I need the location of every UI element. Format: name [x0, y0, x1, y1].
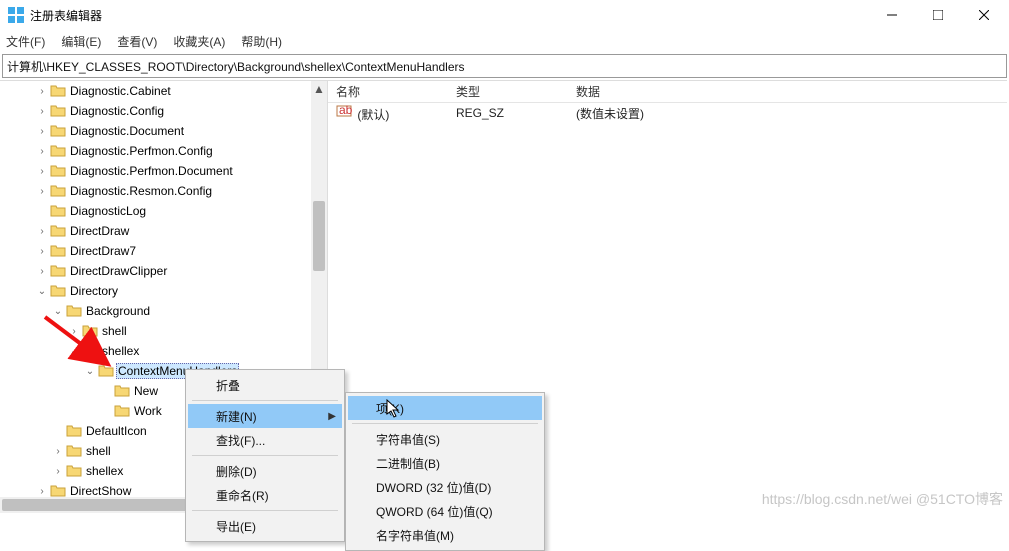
minimize-button[interactable]: [869, 0, 915, 30]
menu-favorites[interactable]: 收藏夹(A): [173, 33, 225, 50]
window-title: 注册表编辑器: [30, 7, 102, 24]
watermark: https://blog.csdn.net/wei @51CTO博客: [762, 489, 1003, 509]
annotation-arrow-icon: [40, 312, 120, 372]
app-icon: [8, 7, 24, 23]
submenu-arrow-icon: ▶: [328, 411, 336, 422]
menu-view[interactable]: 查看(V): [117, 33, 157, 50]
tree-item[interactable]: ›DirectDrawClipper: [0, 261, 311, 281]
context-submenu-new: 项(K) 字符串值(S) 二进制值(B) DWORD (32 位)值(D) QW…: [345, 392, 545, 551]
menu-file[interactable]: 文件(F): [6, 33, 45, 50]
value-data-cell: (数值未设置): [576, 105, 1007, 122]
ctx-export[interactable]: 导出(E): [188, 514, 342, 538]
scroll-thumb[interactable]: [313, 201, 325, 271]
tree-item[interactable]: ›Diagnostic.Config: [0, 101, 311, 121]
scroll-thumb[interactable]: [2, 499, 212, 511]
ctx-new-key[interactable]: 项(K): [348, 396, 542, 420]
cursor-icon: [386, 399, 402, 419]
ctx-collapse[interactable]: 折叠: [188, 373, 342, 397]
string-value-icon: ab: [336, 103, 352, 119]
ctx-new[interactable]: 新建(N)▶: [188, 404, 342, 428]
tree-item[interactable]: ›Diagnostic.Cabinet: [0, 81, 311, 101]
value-name-cell: ab (默认): [336, 103, 456, 123]
listview-header[interactable]: 名称 类型 数据: [328, 81, 1007, 103]
menubar: 文件(F) 编辑(E) 查看(V) 收藏夹(A) 帮助(H): [0, 30, 1009, 52]
scroll-up-icon[interactable]: ▲: [311, 81, 327, 97]
ctx-new-qword[interactable]: QWORD (64 位)值(Q): [348, 499, 542, 523]
tree-item[interactable]: ›Diagnostic.Perfmon.Document: [0, 161, 311, 181]
close-button[interactable]: [961, 0, 1007, 30]
ctx-rename[interactable]: 重命名(R): [188, 483, 342, 507]
context-menu: 折叠 新建(N)▶ 查找(F)... 删除(D) 重命名(R) 导出(E): [185, 369, 345, 542]
ctx-new-binary[interactable]: 二进制值(B): [348, 451, 542, 475]
separator: [192, 455, 338, 456]
separator: [192, 510, 338, 511]
ctx-delete[interactable]: 删除(D): [188, 459, 342, 483]
address-bar[interactable]: 计算机\HKEY_CLASSES_ROOT\Directory\Backgrou…: [2, 54, 1007, 78]
tree-item[interactable]: ›DirectDraw: [0, 221, 311, 241]
ctx-new-dword[interactable]: DWORD (32 位)值(D): [348, 475, 542, 499]
tree-item-directory[interactable]: ⌄Directory: [0, 281, 311, 301]
value-row[interactable]: ab (默认) REG_SZ (数值未设置): [328, 103, 1007, 123]
ctx-new-string[interactable]: 字符串值(S): [348, 427, 542, 451]
ctx-new-expandstring[interactable]: 名字符串值(M): [348, 523, 542, 547]
tree-item[interactable]: DiagnosticLog: [0, 201, 311, 221]
col-name[interactable]: 名称: [336, 83, 456, 100]
separator: [352, 423, 538, 424]
col-type[interactable]: 类型: [456, 83, 576, 100]
menu-help[interactable]: 帮助(H): [241, 33, 282, 50]
tree-item[interactable]: ›Diagnostic.Resmon.Config: [0, 181, 311, 201]
menu-edit[interactable]: 编辑(E): [61, 33, 101, 50]
maximize-button[interactable]: [915, 0, 961, 30]
col-data[interactable]: 数据: [576, 83, 1007, 100]
ctx-find[interactable]: 查找(F)...: [188, 428, 342, 452]
titlebar: 注册表编辑器: [0, 0, 1009, 30]
tree-item[interactable]: ›Diagnostic.Perfmon.Config: [0, 141, 311, 161]
tree-item[interactable]: ›Diagnostic.Document: [0, 121, 311, 141]
tree-item[interactable]: ›DirectDraw7: [0, 241, 311, 261]
svg-text:ab: ab: [339, 103, 352, 117]
value-type-cell: REG_SZ: [456, 106, 576, 120]
separator: [192, 400, 338, 401]
